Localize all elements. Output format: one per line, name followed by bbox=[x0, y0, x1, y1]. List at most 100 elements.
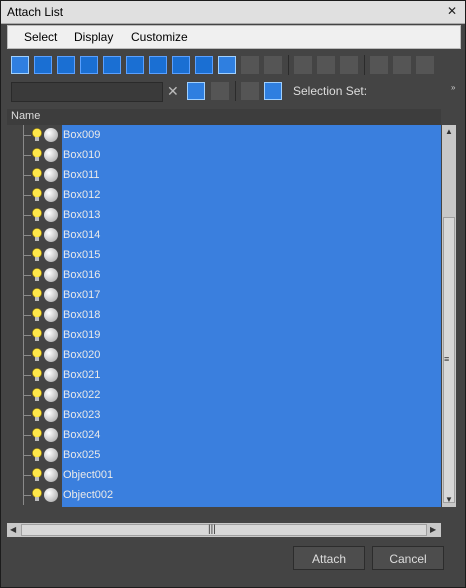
light-bulb-icon[interactable] bbox=[31, 328, 43, 342]
freeze-icon[interactable] bbox=[44, 168, 58, 182]
light-bulb-icon[interactable] bbox=[31, 488, 43, 502]
layer-display-icon[interactable] bbox=[241, 82, 259, 100]
find-filter-icon[interactable] bbox=[187, 82, 205, 100]
light-bulb-icon[interactable] bbox=[31, 148, 43, 162]
filter-hidden-icon[interactable] bbox=[264, 56, 282, 74]
freeze-icon[interactable] bbox=[44, 308, 58, 322]
horizontal-scroll-thumb[interactable] bbox=[21, 524, 427, 536]
select-none-icon[interactable] bbox=[317, 56, 335, 74]
light-bulb-icon[interactable] bbox=[31, 388, 43, 402]
light-bulb-icon[interactable] bbox=[31, 248, 43, 262]
light-bulb-icon[interactable] bbox=[31, 308, 43, 322]
select-all-icon[interactable] bbox=[294, 56, 312, 74]
list-item[interactable]: Box024 bbox=[7, 425, 441, 445]
object-list[interactable]: Box009 Box010 Box011 Box012 Box013 Box014 Box0… bbox=[7, 125, 441, 507]
list-item[interactable]: Box013 bbox=[7, 205, 441, 225]
layers-filter-icon[interactable] bbox=[211, 82, 229, 100]
list-item[interactable]: Object002 bbox=[7, 485, 441, 505]
light-bulb-icon[interactable] bbox=[31, 428, 43, 442]
freeze-icon[interactable] bbox=[44, 448, 58, 462]
scroll-right-icon[interactable]: ▶ bbox=[430, 525, 436, 534]
toolbar-overflow-icon[interactable]: » bbox=[451, 83, 455, 92]
list-item[interactable]: Box021 bbox=[7, 365, 441, 385]
list-item[interactable]: Box017 bbox=[7, 285, 441, 305]
light-bulb-icon[interactable] bbox=[31, 228, 43, 242]
list-item[interactable]: Box015 bbox=[7, 245, 441, 265]
list-item[interactable]: Box025 bbox=[7, 445, 441, 465]
light-bulb-icon[interactable] bbox=[31, 128, 43, 142]
filter-geometry-icon[interactable] bbox=[11, 56, 29, 74]
filter-options-icon[interactable] bbox=[393, 56, 411, 74]
light-bulb-icon[interactable] bbox=[31, 348, 43, 362]
vertical-scrollbar[interactable]: ▲ ≡ ▼ bbox=[442, 125, 456, 507]
freeze-icon[interactable] bbox=[44, 128, 58, 142]
light-bulb-icon[interactable] bbox=[31, 408, 43, 422]
light-bulb-icon[interactable] bbox=[31, 208, 43, 222]
list-item[interactable]: Box014 bbox=[7, 225, 441, 245]
light-bulb-icon[interactable] bbox=[31, 268, 43, 282]
clear-search-icon[interactable]: ✕ bbox=[167, 83, 179, 100]
freeze-icon[interactable] bbox=[44, 188, 58, 202]
column-name[interactable]: Name bbox=[11, 110, 40, 122]
columns-icon[interactable] bbox=[416, 56, 434, 74]
freeze-icon[interactable] bbox=[44, 328, 58, 342]
list-item[interactable]: Box010 bbox=[7, 145, 441, 165]
cancel-button[interactable]: Cancel bbox=[372, 546, 444, 570]
light-bulb-icon[interactable] bbox=[31, 188, 43, 202]
horizontal-scrollbar[interactable]: ◀ ||| ▶ bbox=[7, 523, 441, 537]
list-item[interactable]: Box016 bbox=[7, 265, 441, 285]
freeze-icon[interactable] bbox=[44, 268, 58, 282]
menu-customize[interactable]: Customize bbox=[131, 30, 188, 44]
light-bulb-icon[interactable] bbox=[31, 368, 43, 382]
light-bulb-icon[interactable] bbox=[31, 448, 43, 462]
freeze-icon[interactable] bbox=[44, 488, 58, 502]
freeze-icon[interactable] bbox=[44, 148, 58, 162]
scroll-left-icon[interactable]: ◀ bbox=[10, 525, 16, 534]
filter-xrefs-icon[interactable] bbox=[172, 56, 190, 74]
search-input[interactable] bbox=[11, 82, 163, 102]
freeze-icon[interactable] bbox=[44, 368, 58, 382]
filter-icon[interactable] bbox=[370, 56, 388, 74]
list-item[interactable]: Object001 bbox=[7, 465, 441, 485]
list-item[interactable]: Box020 bbox=[7, 345, 441, 365]
select-invert-icon[interactable] bbox=[340, 56, 358, 74]
attach-button[interactable]: Attach bbox=[293, 546, 365, 570]
hierarchy-display-icon[interactable] bbox=[264, 82, 282, 100]
scroll-grip-icon: ||| bbox=[208, 524, 216, 535]
freeze-icon[interactable] bbox=[44, 388, 58, 402]
menu-display[interactable]: Display bbox=[74, 30, 113, 44]
list-item[interactable]: Box012 bbox=[7, 185, 441, 205]
filter-groups-icon[interactable] bbox=[149, 56, 167, 74]
list-item[interactable]: Box022 bbox=[7, 385, 441, 405]
menu-select[interactable]: Select bbox=[24, 30, 57, 44]
freeze-icon[interactable] bbox=[44, 288, 58, 302]
scroll-up-icon[interactable]: ▲ bbox=[445, 127, 453, 136]
object-name: Object002 bbox=[63, 489, 114, 501]
light-bulb-icon[interactable] bbox=[31, 168, 43, 182]
list-item[interactable]: Box019 bbox=[7, 325, 441, 345]
scroll-down-icon[interactable]: ▼ bbox=[445, 495, 453, 504]
light-bulb-icon[interactable] bbox=[31, 468, 43, 482]
filter-helpers-icon[interactable] bbox=[103, 56, 121, 74]
filter-frozen-icon[interactable] bbox=[241, 56, 259, 74]
freeze-icon[interactable] bbox=[44, 208, 58, 222]
list-item[interactable]: Box011 bbox=[7, 165, 441, 185]
filter-lights-icon[interactable] bbox=[57, 56, 75, 74]
close-icon[interactable]: ✕ bbox=[445, 4, 459, 18]
filter-spacewarps-icon[interactable] bbox=[126, 56, 144, 74]
freeze-icon[interactable] bbox=[44, 248, 58, 262]
freeze-icon[interactable] bbox=[44, 468, 58, 482]
tree-line bbox=[23, 175, 31, 176]
list-item[interactable]: Box023 bbox=[7, 405, 441, 425]
freeze-icon[interactable] bbox=[44, 228, 58, 242]
filter-bones-icon[interactable] bbox=[195, 56, 213, 74]
filter-containers-icon[interactable] bbox=[218, 56, 236, 74]
freeze-icon[interactable] bbox=[44, 408, 58, 422]
freeze-icon[interactable] bbox=[44, 428, 58, 442]
filter-cameras-icon[interactable] bbox=[80, 56, 98, 74]
list-item[interactable]: Box009 bbox=[7, 125, 441, 145]
list-item[interactable]: Box018 bbox=[7, 305, 441, 325]
light-bulb-icon[interactable] bbox=[31, 288, 43, 302]
freeze-icon[interactable] bbox=[44, 348, 58, 362]
filter-shapes-icon[interactable] bbox=[34, 56, 52, 74]
